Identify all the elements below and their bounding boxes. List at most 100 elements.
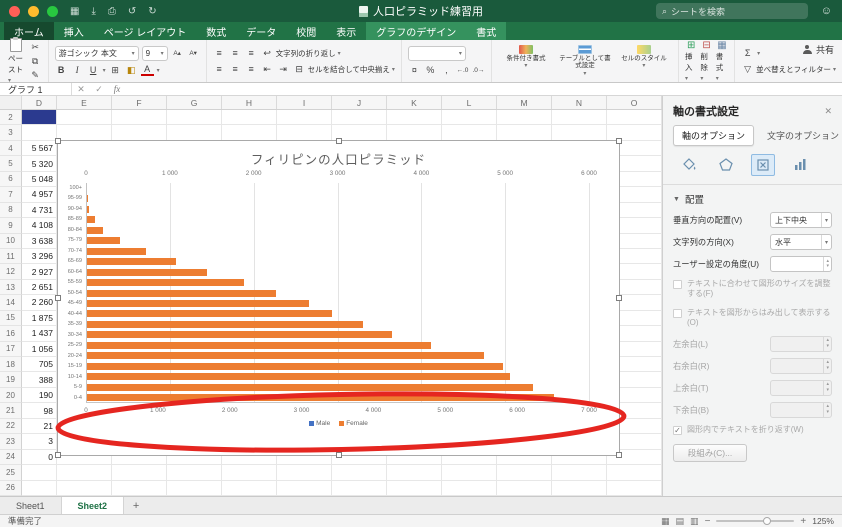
format-as-table-button[interactable]: テーブルとして書式設定 ▾ [557, 44, 613, 78]
grid-cell[interactable] [497, 465, 552, 481]
grid-cell[interactable] [277, 110, 332, 126]
spinner-steps[interactable]: ▴ ▾ [823, 257, 831, 271]
row-header-20[interactable]: 20 [0, 387, 22, 404]
selection-handle[interactable] [616, 452, 622, 458]
font-name-select[interactable]: 游ゴシック 本文 ▾ [54, 45, 139, 61]
column-header-O[interactable]: O [607, 96, 662, 109]
fill-color-button[interactable]: ◧ [125, 64, 138, 77]
conditional-formatting-button[interactable]: 条件付き書式 ▾ [498, 44, 554, 70]
zoom-slider[interactable] [716, 517, 795, 525]
row-header-11[interactable]: 11 [0, 248, 22, 265]
align-top-icon[interactable]: ≡ [213, 47, 226, 60]
row-header-13[interactable]: 13 [0, 279, 22, 296]
grid-cell-D3[interactable] [22, 125, 57, 141]
grid-cell[interactable] [167, 480, 222, 496]
grid-cell[interactable] [552, 110, 607, 126]
grid-cell[interactable] [497, 125, 552, 141]
grid-cell[interactable] [277, 125, 332, 141]
grid-cell-D13[interactable]: 2 651 [22, 279, 57, 296]
chart-bar[interactable] [87, 205, 89, 213]
chart-object[interactable]: フィリピンの人口ピラミッド 0 1 000 2 000 3 000 4 000 5 000… [55, 138, 622, 458]
grid-cell[interactable] [57, 480, 112, 496]
chart-bar[interactable] [87, 279, 245, 287]
cell-styles-button[interactable]: セルのスタイル ▾ [616, 44, 672, 70]
grid-cell[interactable] [112, 465, 167, 481]
grid-cell[interactable] [497, 110, 552, 126]
row-header-5[interactable]: 5 [0, 156, 22, 172]
minimize-window-button[interactable] [28, 5, 39, 17]
selection-handle[interactable] [55, 452, 61, 458]
spinner-steps[interactable]: ▴ ▾ [823, 380, 831, 395]
grid-cell[interactable] [112, 125, 167, 141]
row-header-12[interactable]: 12 [0, 264, 22, 280]
chart-categories[interactable]: 100+ 95-99 90-94 85-89 80-84 75-79 70-74 65-69 6… [58, 183, 84, 403]
selection-handle[interactable] [616, 295, 622, 301]
grid-cell[interactable] [607, 465, 662, 481]
grid-cell-D24[interactable]: 0 [22, 449, 57, 466]
align-middle-icon[interactable]: ≡ [229, 47, 242, 60]
grid-cell-D23[interactable]: 3 [22, 434, 57, 450]
grid-cell[interactable] [442, 465, 497, 481]
chart-bar[interactable] [87, 237, 120, 245]
grid-cell[interactable] [387, 480, 442, 496]
grid-cell[interactable] [167, 110, 222, 126]
grid-cell-D22[interactable]: 21 [22, 418, 57, 435]
sheet-tab-sheet2[interactable]: Sheet2 [61, 497, 125, 514]
ribbon-tab[interactable]: データ [236, 22, 286, 40]
row-header-9[interactable]: 9 [0, 218, 22, 234]
autosum-button[interactable]: Σ [741, 47, 754, 60]
chart-bar[interactable] [87, 383, 533, 391]
format-cells-button[interactable]: ▦ 書式 ▾ [716, 40, 728, 82]
grid-cell-D9[interactable]: 4 108 [22, 218, 57, 234]
maximize-window-button[interactable] [47, 5, 58, 17]
row-header-26[interactable]: 26 [0, 480, 22, 496]
columns-button[interactable]: 段組み(C)... [673, 443, 747, 462]
select-all-corner[interactable] [0, 96, 22, 109]
underline-button[interactable]: U [87, 64, 100, 77]
grid-cell-D16[interactable]: 1 437 [22, 326, 57, 342]
spinner-steps[interactable]: ▴ ▾ [823, 336, 831, 351]
legend-item[interactable]: Female [339, 420, 368, 427]
zoom-in-button[interactable]: + [800, 516, 806, 527]
selection-handle[interactable] [55, 295, 61, 301]
grid-cell-D19[interactable]: 388 [22, 372, 57, 388]
row-header-24[interactable]: 24 [0, 449, 22, 466]
number-format-select[interactable]: ▾ [407, 45, 466, 61]
zoom-slider-knob[interactable] [763, 517, 772, 525]
print-icon[interactable]: ⎙ [108, 6, 116, 17]
insert-function-button[interactable]: fx [108, 84, 126, 94]
chart-bar[interactable] [87, 310, 333, 318]
grid-cell[interactable] [277, 465, 332, 481]
column-header-E[interactable]: E [57, 96, 112, 109]
share-button[interactable]: 共有 [802, 43, 834, 56]
grid-cell[interactable] [277, 480, 332, 496]
confirm-entry-icon[interactable]: ✓ [90, 84, 108, 95]
row-header-15[interactable]: 15 [0, 310, 22, 327]
panel-tab[interactable]: 軸のオプション [673, 125, 755, 146]
ribbon-tab[interactable]: ページ レイアウト [94, 22, 197, 40]
axis-options-chart-icon[interactable] [788, 154, 812, 176]
checkbox[interactable] [673, 280, 682, 289]
zoom-out-button[interactable]: − [705, 516, 711, 527]
cancel-entry-icon[interactable]: ✕ [72, 84, 90, 95]
grid-cell[interactable] [552, 465, 607, 481]
grid-cell-D18[interactable]: 705 [22, 357, 57, 373]
grid-cell[interactable] [552, 125, 607, 141]
grid-cell[interactable] [442, 480, 497, 496]
grid-cell-D25[interactable] [22, 465, 57, 481]
grid-cell-D14[interactable]: 2 260 [22, 295, 57, 311]
increase-decimal-button[interactable]: ←.0 [456, 64, 469, 77]
row-header-7[interactable]: 7 [0, 187, 22, 203]
grid-cell-D7[interactable]: 4 957 [22, 187, 57, 203]
grid-cell[interactable] [442, 110, 497, 126]
field-spinner[interactable]: ▴ ▾ [770, 357, 832, 374]
spinner-steps[interactable]: ▴ ▾ [823, 402, 831, 417]
grid-cell[interactable] [552, 480, 607, 496]
spinner-steps[interactable]: ▴ ▾ [823, 358, 831, 373]
increase-font-button[interactable]: A▴ [171, 47, 184, 60]
row-header-18[interactable]: 18 [0, 357, 22, 373]
grid-cell-D8[interactable]: 4 731 [22, 202, 57, 219]
grid-cell-D4[interactable]: 5 567 [22, 140, 57, 157]
row-header-14[interactable]: 14 [0, 295, 22, 311]
page-break-view-icon[interactable]: ▥ [690, 516, 699, 527]
